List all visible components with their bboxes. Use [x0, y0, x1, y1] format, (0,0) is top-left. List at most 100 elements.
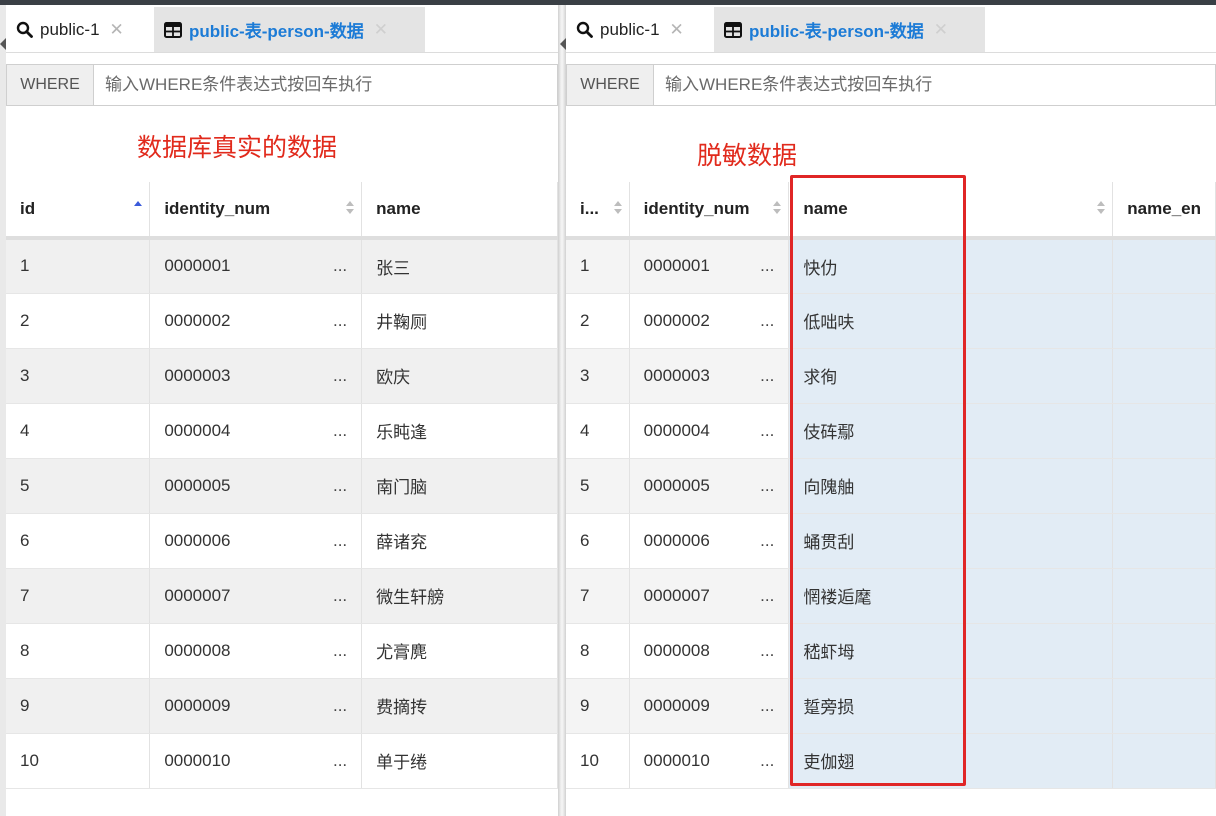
table-row[interactable]: 9 0000009... 踅旁损 — [566, 678, 1216, 734]
cell-identity-num[interactable]: 0000005... — [149, 458, 363, 514]
cell-id[interactable]: 9 — [566, 678, 630, 734]
table-row[interactable]: 1 0000001... 张三 — [6, 238, 558, 294]
cell-id[interactable]: 2 — [566, 293, 630, 349]
sort-icon[interactable] — [1097, 201, 1106, 214]
cell-name[interactable]: 乐盹逢 — [361, 403, 558, 459]
table-row[interactable]: 2 0000002... 低咄呋 — [566, 293, 1216, 349]
expand-ellipsis-button[interactable]: ... — [333, 641, 347, 661]
table-row[interactable]: 4 0000004... 伎砗鄢 — [566, 403, 1216, 459]
cell-name-en[interactable] — [1112, 623, 1216, 679]
cell-name[interactable]: 微生轩艕 — [361, 568, 558, 624]
column-header-identity-num[interactable]: identity_num — [149, 182, 363, 240]
cell-identity-num[interactable]: 0000002... — [629, 293, 790, 349]
table-row[interactable]: 3 0000003... 欧庆 — [6, 348, 558, 404]
cell-name[interactable]: 单于绻 — [361, 733, 558, 789]
cell-name-en[interactable] — [1112, 293, 1216, 349]
cell-identity-num[interactable]: 0000002... — [149, 293, 363, 349]
cell-name[interactable]: 惘褛逅麾 — [788, 568, 1114, 624]
expand-ellipsis-button[interactable]: ... — [333, 531, 347, 551]
tab-table-person-data[interactable]: public-表-person-数据 ✕ — [714, 7, 985, 52]
expand-ellipsis-button[interactable]: ... — [333, 311, 347, 331]
cell-identity-num[interactable]: 0000007... — [629, 568, 790, 624]
expand-ellipsis-button[interactable]: ... — [760, 696, 774, 716]
cell-name[interactable]: 踅旁损 — [788, 678, 1114, 734]
cell-id[interactable]: 3 — [6, 348, 151, 404]
cell-identity-num[interactable]: 0000003... — [149, 348, 363, 404]
cell-name-en[interactable] — [1112, 513, 1216, 569]
expand-ellipsis-button[interactable]: ... — [760, 531, 774, 551]
column-header-identity-num[interactable]: identity_num — [629, 182, 790, 240]
tab-table-person-data[interactable]: public-表-person-数据 ✕ — [154, 7, 425, 52]
close-icon[interactable]: ✕ — [934, 20, 948, 40]
cell-name[interactable]: 快仂 — [788, 238, 1114, 294]
cell-identity-num[interactable]: 0000008... — [629, 623, 790, 679]
cell-name[interactable]: 吏伽翅 — [788, 733, 1114, 789]
cell-id[interactable]: 5 — [566, 458, 630, 514]
expand-ellipsis-button[interactable]: ... — [333, 421, 347, 441]
cell-identity-num[interactable]: 0000006... — [149, 513, 363, 569]
where-input[interactable] — [94, 65, 557, 105]
tab-query-public-1[interactable]: public-1 ✕ — [6, 7, 154, 52]
cell-identity-num[interactable]: 0000008... — [149, 623, 363, 679]
column-header-id[interactable]: i... — [566, 182, 630, 240]
cell-identity-num[interactable]: 0000010... — [629, 733, 790, 789]
table-row[interactable]: 6 0000006... 薛诸兖 — [6, 513, 558, 569]
cell-id[interactable]: 6 — [566, 513, 630, 569]
cell-name-en[interactable] — [1112, 568, 1216, 624]
cell-id[interactable]: 10 — [566, 733, 630, 789]
cell-identity-num[interactable]: 0000009... — [629, 678, 790, 734]
cell-name[interactable]: 蛹贯刮 — [788, 513, 1114, 569]
column-header-name[interactable]: name — [361, 182, 558, 240]
sort-icon[interactable] — [134, 201, 143, 214]
expand-ellipsis-button[interactable]: ... — [760, 476, 774, 496]
table-row[interactable]: 8 0000008... 尤膏麂 — [6, 623, 558, 679]
cell-name[interactable]: 张三 — [361, 238, 558, 294]
cell-name[interactable]: 薛诸兖 — [361, 513, 558, 569]
expand-ellipsis-button[interactable]: ... — [333, 366, 347, 386]
cell-id[interactable]: 4 — [566, 403, 630, 459]
table-row[interactable]: 7 0000007... 惘褛逅麾 — [566, 568, 1216, 624]
cell-name[interactable]: 求徇 — [788, 348, 1114, 404]
cell-id[interactable]: 8 — [566, 623, 630, 679]
cell-name[interactable]: 尤膏麂 — [361, 623, 558, 679]
cell-name-en[interactable] — [1112, 458, 1216, 514]
expand-ellipsis-button[interactable]: ... — [760, 311, 774, 331]
table-row[interactable]: 4 0000004... 乐盹逢 — [6, 403, 558, 459]
cell-id[interactable]: 1 — [566, 238, 630, 294]
cell-name[interactable]: 费摘抟 — [361, 678, 558, 734]
cell-identity-num[interactable]: 0000003... — [629, 348, 790, 404]
expand-ellipsis-button[interactable]: ... — [333, 476, 347, 496]
table-row[interactable]: 10 0000010... 吏伽翅 — [566, 733, 1216, 789]
cell-name[interactable]: 井鞠厕 — [361, 293, 558, 349]
cell-id[interactable]: 5 — [6, 458, 151, 514]
table-row[interactable]: 5 0000005... 南门脑 — [6, 458, 558, 514]
cell-id[interactable]: 8 — [6, 623, 151, 679]
sort-icon[interactable] — [346, 201, 355, 214]
cell-name[interactable]: 嵇虾坶 — [788, 623, 1114, 679]
expand-ellipsis-button[interactable]: ... — [333, 696, 347, 716]
expand-ellipsis-button[interactable]: ... — [760, 586, 774, 606]
tab-query-public-1[interactable]: public-1 ✕ — [566, 7, 714, 52]
column-header-name[interactable]: name — [788, 182, 1114, 240]
panel-splitter[interactable] — [558, 5, 566, 816]
expand-ellipsis-button[interactable]: ... — [760, 751, 774, 771]
close-icon[interactable]: ✕ — [374, 20, 388, 40]
expand-ellipsis-button[interactable]: ... — [333, 586, 347, 606]
cell-identity-num[interactable]: 0000009... — [149, 678, 363, 734]
cell-identity-num[interactable]: 0000001... — [149, 238, 363, 294]
cell-name[interactable]: 欧庆 — [361, 348, 558, 404]
cell-id[interactable]: 7 — [6, 568, 151, 624]
sort-icon[interactable] — [773, 201, 782, 214]
cell-name[interactable]: 向隗舳 — [788, 458, 1114, 514]
where-input[interactable] — [654, 65, 1215, 105]
cell-name-en[interactable] — [1112, 678, 1216, 734]
column-header-name-en[interactable]: name_en — [1112, 182, 1216, 240]
column-header-id[interactable]: id — [6, 182, 151, 240]
close-icon[interactable]: ✕ — [670, 20, 684, 40]
expand-ellipsis-button[interactable]: ... — [760, 421, 774, 441]
table-row[interactable]: 1 0000001... 快仂 — [566, 238, 1216, 294]
cell-id[interactable]: 1 — [6, 238, 151, 294]
cell-name-en[interactable] — [1112, 238, 1216, 294]
table-row[interactable]: 6 0000006... 蛹贯刮 — [566, 513, 1216, 569]
close-icon[interactable]: ✕ — [110, 20, 124, 40]
